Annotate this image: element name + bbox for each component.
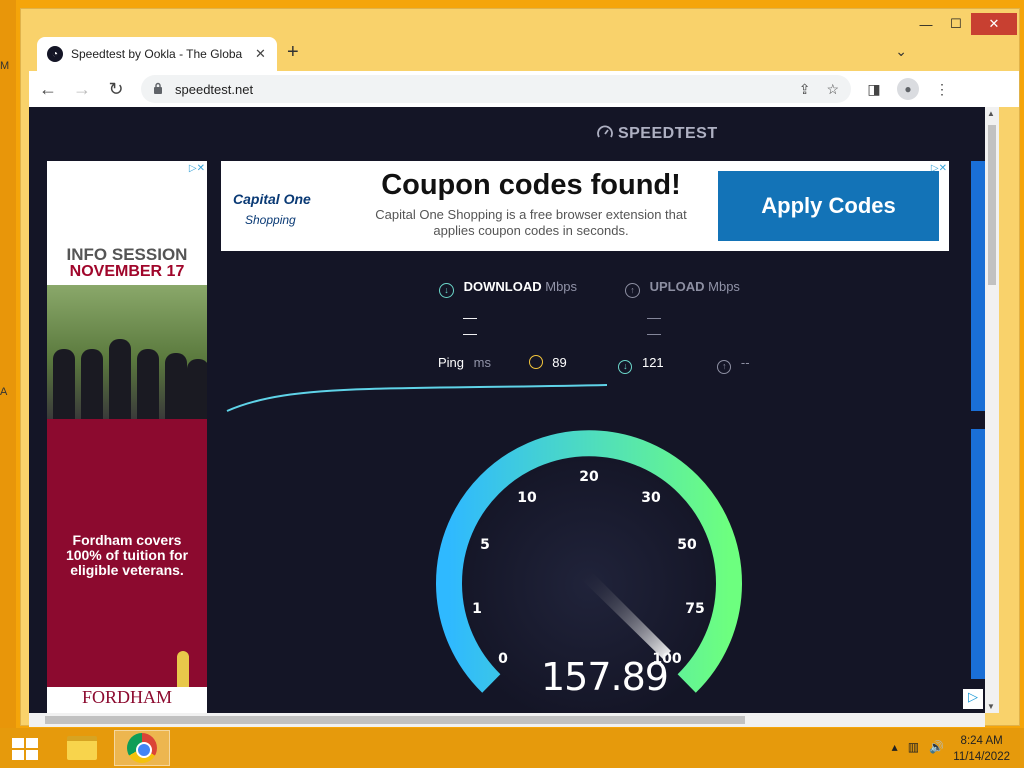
gauge-tick-50: 50 xyxy=(677,537,697,553)
download-arrow-icon: ↓ xyxy=(439,283,454,298)
close-tab-icon[interactable]: ✕ xyxy=(255,46,266,62)
upload-unit: Mbps xyxy=(708,279,740,294)
upload-label: UPLOAD xyxy=(649,279,705,294)
tab-search-icon[interactable]: ⌄ xyxy=(895,43,907,60)
download-ping-icon: ↓ xyxy=(618,360,633,374)
clock-time: 8:24 AM xyxy=(960,735,1003,747)
profile-avatar-icon[interactable]: ● xyxy=(897,78,919,100)
fordham-ad[interactable]: ▷✕ INFO SESSION NOVEMBER 17 Fordham cove… xyxy=(47,161,207,713)
ping-unit: ms xyxy=(473,355,491,370)
desktop-icon-label[interactable]: M xyxy=(0,60,9,72)
gauge-tick-75: 75 xyxy=(685,601,704,617)
tab-strip: ◔ Speedtest by Ookla - The Global Broadb… xyxy=(29,31,1019,71)
right-ad-strip[interactable] xyxy=(971,161,985,411)
download-value: — — xyxy=(463,309,479,341)
capital-one-logo-sub: Shopping xyxy=(245,213,296,227)
upload-arrow-icon: ↑ xyxy=(625,283,640,298)
side-panel-icon[interactable]: ◨ xyxy=(859,81,889,98)
lock-icon[interactable] xyxy=(153,82,163,97)
gauge-tick-10: 10 xyxy=(517,490,537,506)
ad-choices-icon[interactable]: ▷✕ xyxy=(189,163,205,174)
file-explorer-button[interactable] xyxy=(54,730,110,766)
ad-copy: Fordham covers 100% of tuition for eligi… xyxy=(65,532,189,578)
ad-choices-icon[interactable]: ▷ xyxy=(963,689,983,709)
apply-codes-button[interactable]: Apply Codes xyxy=(718,171,939,241)
upload-value: — — xyxy=(647,309,663,341)
idle-ping-icon xyxy=(528,355,543,369)
forward-button[interactable]: → xyxy=(67,79,97,100)
ping-row: Ping ms 89 ↓ 121 ↑ -- xyxy=(438,355,750,374)
new-tab-button[interactable]: + xyxy=(287,41,299,64)
download-unit: Mbps xyxy=(545,279,578,294)
speedtest-logo-text: SPEEDTEST xyxy=(617,125,718,142)
ad-headline: Coupon codes found! xyxy=(381,169,681,201)
download-metric: ↓ DOWNLOAD Mbps xyxy=(439,279,577,298)
upload-ping-icon: ↑ xyxy=(717,360,732,374)
horizontal-scrollbar[interactable] xyxy=(29,713,985,727)
system-tray: ▴ ▥ 🔊 xyxy=(892,740,944,754)
capital-one-logo: Capital One xyxy=(233,191,311,207)
scroll-down-icon[interactable]: ▼ xyxy=(987,702,995,711)
ad-info-session: INFO SESSION xyxy=(66,245,188,264)
horizontal-scroll-thumb[interactable] xyxy=(45,716,745,724)
ad-date: NOVEMBER 17 xyxy=(69,263,185,280)
gauge-speed-value: 157.89 xyxy=(541,655,669,699)
speed-trend-line xyxy=(226,384,608,412)
download-label: DOWNLOAD xyxy=(463,279,542,294)
desktop-icon-label[interactable]: A xyxy=(0,386,7,398)
browser-toolbar: ← → ↻ speedtest.net ⇪ ☆ ◨ ● ⋮ xyxy=(29,71,1019,107)
speedtest-page: SPEEDTEST ▷✕ INFO SESSION NOVEMBER 17 Fo… xyxy=(29,107,985,713)
bookmark-star-icon[interactable]: ☆ xyxy=(826,81,839,98)
folder-icon xyxy=(67,736,97,760)
clock-date: 11/14/2022 xyxy=(953,751,1010,763)
gauge-tick-0: 0 xyxy=(498,651,508,667)
network-icon[interactable]: ▥ xyxy=(908,740,919,754)
ad-subtext: Capital One Shopping is a free browser e… xyxy=(375,207,687,238)
gauge-tick-30: 30 xyxy=(641,490,661,506)
ping-upload-value: -- xyxy=(740,355,750,370)
desktop-edge xyxy=(0,0,16,728)
tab-speedtest[interactable]: ◔ Speedtest by Ookla - The Global Broadb… xyxy=(37,37,277,71)
windows-start-icon[interactable] xyxy=(12,738,38,760)
browser-window: — ☐ ✕ ◔ Speedtest by Ookla - The Global … xyxy=(20,8,1020,727)
capital-one-ad[interactable]: ▷✕ Capital One Shopping Coupon codes fou… xyxy=(221,161,949,251)
url-text[interactable]: speedtest.net xyxy=(175,82,783,97)
tab-title: Speedtest by Ookla - The Global Broadban… xyxy=(71,47,243,61)
vertical-scroll-thumb[interactable] xyxy=(988,125,996,285)
graduates-photo xyxy=(47,285,207,419)
chrome-icon xyxy=(127,733,157,763)
ping-download-value: 121 xyxy=(641,355,664,370)
gauge-tick-5: 5 xyxy=(480,537,490,553)
gauge-tick-20: 20 xyxy=(579,469,599,485)
upload-metric: ↑ UPLOAD Mbps xyxy=(625,279,740,298)
speedtest-logo[interactable]: SPEEDTEST xyxy=(597,125,718,143)
back-button[interactable]: ← xyxy=(33,79,63,100)
volume-icon[interactable]: 🔊 xyxy=(929,740,944,754)
chrome-taskbar-button[interactable] xyxy=(114,730,170,766)
right-ad-strip[interactable] xyxy=(971,429,985,679)
menu-kebab-icon[interactable]: ⋮ xyxy=(927,81,957,98)
ping-idle-value: 89 xyxy=(552,355,567,370)
share-icon[interactable]: ⇪ xyxy=(799,81,811,98)
speedtest-gauge-icon xyxy=(597,125,613,138)
speedtest-favicon-icon: ◔ xyxy=(47,46,63,62)
address-bar[interactable]: speedtest.net ⇪ ☆ xyxy=(141,75,851,103)
gauge-tick-1: 1 xyxy=(472,601,482,617)
vertical-scrollbar[interactable]: ▲ ▼ xyxy=(985,107,999,713)
clock[interactable]: 8:24 AM 11/14/2022 xyxy=(953,733,1010,765)
taskbar: ▴ ▥ 🔊 8:24 AM 11/14/2022 xyxy=(0,728,1024,768)
ping-label: Ping xyxy=(438,355,465,370)
show-hidden-icons-icon[interactable]: ▴ xyxy=(892,740,898,754)
fordham-brand: FORDHAM xyxy=(47,687,207,713)
reload-button[interactable]: ↻ xyxy=(101,79,131,100)
scroll-up-icon[interactable]: ▲ xyxy=(987,109,995,118)
